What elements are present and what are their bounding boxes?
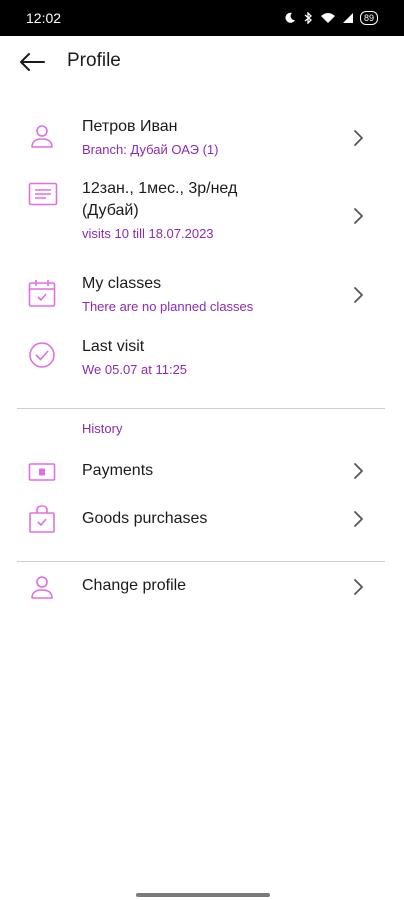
profile-name: Петров Иван <box>82 118 178 135</box>
app-bar: Profile <box>0 36 404 88</box>
profile-name-row[interactable]: Петров Иван Branch: Дубай ОАЭ (1) <box>0 110 404 166</box>
profile-branch: Branch: Дубай ОАЭ (1) <box>82 142 219 157</box>
goods-purchases-label: Goods purchases <box>82 510 208 527</box>
battery-indicator: 89 <box>359 11 378 25</box>
page-title: Profile <box>67 50 121 71</box>
home-indicator[interactable] <box>136 893 270 897</box>
last-visit-row: Last visit We 05.07 at 11:25 <box>0 332 404 384</box>
signal-icon <box>342 13 353 23</box>
last-visit-label: Last visit <box>82 338 145 355</box>
person-icon <box>31 576 53 599</box>
wifi-icon <box>320 13 335 23</box>
change-profile-row[interactable]: Change profile <box>0 566 404 610</box>
do-not-disturb-icon <box>285 12 295 23</box>
cash-icon <box>28 463 56 481</box>
chevron-right-icon <box>354 130 363 146</box>
chevron-right-icon <box>354 511 363 527</box>
goods-purchases-row[interactable]: Goods purchases <box>0 498 404 542</box>
last-visit-detail: We 05.07 at 11:25 <box>82 362 188 377</box>
change-profile-label: Change profile <box>82 577 187 594</box>
my-classes-label: My classes <box>82 275 162 292</box>
chevron-right-icon <box>354 463 363 479</box>
status-time: 12:02 <box>26 10 62 26</box>
check-circle-icon <box>29 342 55 368</box>
back-arrow-icon[interactable] <box>18 52 46 72</box>
chevron-right-icon <box>354 579 363 595</box>
status-icons: 89 <box>284 11 378 25</box>
subscription-title-line1: 12зан., 1мес., 3р/нед <box>82 180 238 197</box>
subscription-detail: visits 10 till 18.07.2023 <box>82 226 214 241</box>
bluetooth-icon <box>304 12 312 24</box>
calendar-check-icon <box>28 280 56 307</box>
subscription-row[interactable]: 12зан., 1мес., 3р/нед (Дубай) visits 10 … <box>0 172 404 248</box>
chevron-right-icon <box>354 287 363 303</box>
divider <box>17 561 385 562</box>
subscription-title-line2: (Дубай) <box>82 202 139 219</box>
my-classes-row[interactable]: My classes There are no planned classes <box>0 268 404 324</box>
history-section-label: History <box>82 421 123 436</box>
subscription-card-icon <box>28 182 58 206</box>
person-icon <box>31 125 53 148</box>
divider <box>17 408 385 409</box>
payments-label: Payments <box>82 462 154 479</box>
chevron-right-icon <box>354 208 363 224</box>
my-classes-detail: There are no planned classes <box>82 299 254 314</box>
shopping-bag-icon <box>29 505 55 533</box>
payments-row[interactable]: Payments <box>0 452 404 492</box>
status-bar: 12:02 89 <box>0 0 404 36</box>
